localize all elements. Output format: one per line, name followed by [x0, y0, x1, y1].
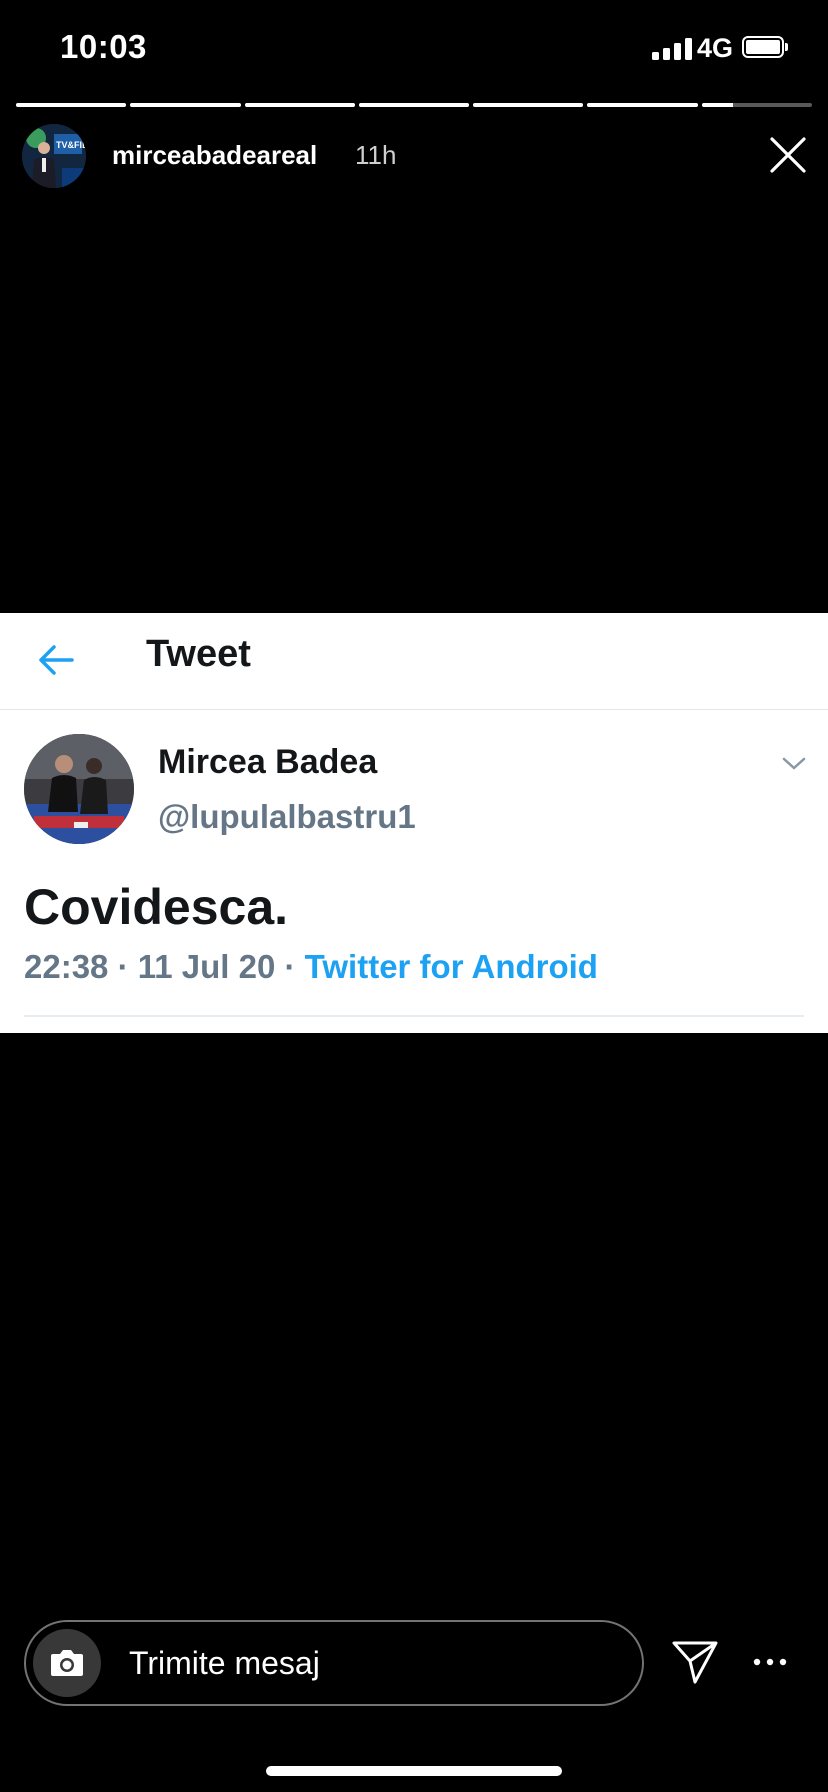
tweet-author-name: Mircea Badea	[158, 743, 378, 781]
story-progress-bar	[16, 103, 812, 107]
story-progress-segment	[16, 103, 127, 107]
story-progress-segment	[587, 103, 698, 107]
send-direct-icon[interactable]	[671, 1638, 719, 1686]
more-horizontal-icon[interactable]	[752, 1652, 788, 1672]
status-time: 10:03	[60, 28, 147, 65]
tweet-header-bar: Tweet	[0, 613, 828, 710]
camera-icon[interactable]	[33, 1629, 101, 1697]
story-progress-segment	[473, 103, 584, 107]
back-arrow-icon	[36, 643, 76, 677]
battery-icon	[742, 36, 789, 60]
network-type: 4G	[697, 33, 734, 63]
story-progress-segment	[130, 103, 241, 107]
tweet-author-avatar	[24, 734, 134, 844]
tweet-heading: Tweet	[146, 633, 251, 675]
story-progress-segment	[244, 103, 355, 107]
reply-placeholder[interactable]: Trimite mesaj	[129, 1645, 320, 1682]
tweet-author-handle: @lupulalbastru1	[158, 798, 416, 835]
divider	[24, 1015, 804, 1017]
story-progress-segment	[358, 103, 470, 107]
story-username[interactable]: mirceabadeareal	[112, 140, 317, 171]
story-age: 11h	[355, 140, 397, 170]
reply-input[interactable]	[24, 1620, 644, 1706]
tweet-card: Tweet Mircea Badea @lupulalbastru1 Covid…	[0, 613, 828, 1033]
cellular-signal-icon	[652, 38, 692, 60]
profile-avatar[interactable]: TV&FIL	[22, 124, 86, 188]
tweet-timestamp: 22:38 · 11 Jul 20 ·	[24, 948, 305, 985]
chevron-down-icon	[780, 753, 808, 773]
tweet-text: Covidesca.	[24, 879, 289, 935]
tweet-source: Twitter for Android	[304, 948, 598, 985]
svg-text:TV&FIL: TV&FIL	[56, 140, 86, 150]
home-indicator[interactable]	[266, 1766, 562, 1776]
story-progress-segment	[701, 103, 812, 107]
tweet-meta: 22:38 · 11 Jul 20 · Twitter for Android	[24, 948, 598, 986]
close-icon[interactable]	[766, 133, 810, 177]
